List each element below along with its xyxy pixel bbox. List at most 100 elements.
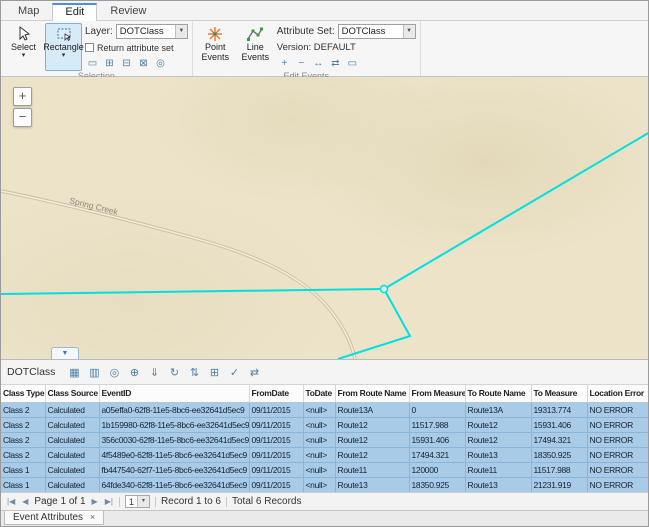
table-cell[interactable]: 11517.988 [531, 462, 587, 477]
close-icon[interactable]: × [90, 513, 95, 522]
attribute-set-select[interactable]: DOTClass ▼ [338, 24, 416, 39]
remove-event-icon[interactable]: − [294, 57, 309, 71]
route-event-line-west[interactable] [1, 289, 384, 294]
table-cell[interactable]: <null> [303, 477, 335, 492]
column-header-todate[interactable]: ToDate [303, 385, 335, 402]
table-cell[interactable]: 18350.925 [531, 447, 587, 462]
table-cell[interactable]: <null> [303, 447, 335, 462]
table-cell[interactable]: Calculated [45, 417, 99, 432]
tab-map[interactable]: Map [5, 2, 52, 20]
show-selected-records-icon[interactable]: ▥ [85, 364, 103, 381]
table-cell[interactable]: 09/11/2015 [249, 417, 303, 432]
table-cell[interactable]: 19313.774 [531, 402, 587, 417]
last-page-button[interactable]: ▶| [104, 498, 114, 506]
table-row[interactable]: Class 1Calculated64fde340-62f8-11e5-8bc6… [1, 477, 648, 492]
add-to-selection-icon[interactable]: ⊞ [102, 57, 117, 71]
column-header-to-measure[interactable]: To Measure [531, 385, 587, 402]
zoom-to-selection-icon[interactable]: ◎ [153, 57, 168, 71]
table-cell[interactable]: Calculated [45, 402, 99, 417]
tab-edit[interactable]: Edit [52, 3, 97, 21]
sort-records-icon[interactable]: ⇅ [185, 364, 203, 381]
table-cell[interactable]: 17494.321 [531, 432, 587, 447]
table-cell[interactable]: <null> [303, 432, 335, 447]
merge-events-icon[interactable]: ⇄ [328, 57, 343, 71]
first-page-button[interactable]: |◀ [6, 498, 16, 506]
return-attribute-set-checkbox[interactable] [85, 43, 94, 52]
zoom-out-button[interactable]: − [13, 108, 32, 127]
table-cell[interactable]: <null> [303, 417, 335, 432]
line-events-button[interactable]: Line Events [237, 23, 274, 71]
page-select[interactable]: 1 ▾ [125, 495, 150, 508]
table-cell[interactable]: Route13A [335, 402, 409, 417]
refresh-records-icon[interactable]: ↻ [165, 364, 183, 381]
table-cell[interactable]: 11517.988 [409, 417, 465, 432]
table-cell[interactable]: 4f5489e0-62f8-11e5-8bc6-ee32641d5ec9 [99, 447, 249, 462]
column-layout-icon[interactable]: ⇄ [245, 364, 263, 381]
save-edits-icon[interactable]: ⇓ [145, 364, 163, 381]
tab-event-attributes[interactable]: Event Attributes × [4, 511, 104, 525]
table-cell[interactable]: 09/11/2015 [249, 402, 303, 417]
tab-review[interactable]: Review [97, 2, 159, 20]
table-cell[interactable]: 15931.406 [531, 417, 587, 432]
table-cell[interactable]: Calculated [45, 477, 99, 492]
redefine-event-icon[interactable]: ▭ [345, 57, 360, 71]
table-cell[interactable]: <null> [303, 462, 335, 477]
rectangle-select-button[interactable]: Rectangle ▾ [45, 23, 82, 71]
remove-from-selection-icon[interactable]: ⊟ [119, 57, 134, 71]
table-cell[interactable]: Route11 [465, 462, 531, 477]
table-cell[interactable]: Class 2 [1, 447, 45, 462]
table-cell[interactable]: Class 1 [1, 462, 45, 477]
column-header-from-measure[interactable]: From Measure [409, 385, 465, 402]
map-canvas[interactable]: Spring Creek + − ▼ [1, 77, 648, 359]
table-cell[interactable]: Route11 [335, 462, 409, 477]
field-options-icon[interactable]: ⊞ [205, 364, 223, 381]
table-cell[interactable]: NO ERROR [587, 462, 648, 477]
route-junction-vertex[interactable] [381, 286, 388, 293]
table-cell[interactable]: 09/11/2015 [249, 462, 303, 477]
table-cell[interactable]: NO ERROR [587, 447, 648, 462]
split-event-icon[interactable]: ↔ [311, 57, 326, 71]
panel-collapse-toggle[interactable]: ▼ [51, 347, 79, 359]
table-row[interactable]: Class 2Calculated356c0030-62f8-11e5-8bc6… [1, 432, 648, 447]
table-cell[interactable]: Route13 [465, 447, 531, 462]
next-page-button[interactable]: ▶ [91, 498, 99, 506]
table-cell[interactable]: fb447540-62f7-11e5-8bc6-ee32641d5ec9 [99, 462, 249, 477]
column-header-from-route-name[interactable]: From Route Name [335, 385, 409, 402]
point-events-button[interactable]: Point Events [197, 23, 234, 71]
table-cell[interactable]: Route12 [335, 432, 409, 447]
table-cell[interactable]: Route12 [335, 417, 409, 432]
table-cell[interactable]: Class 2 [1, 402, 45, 417]
clear-selection-icon[interactable]: ⊠ [136, 57, 151, 71]
previous-page-button[interactable]: ◀ [21, 498, 29, 506]
show-all-records-icon[interactable]: ▦ [65, 364, 83, 381]
table-cell[interactable]: NO ERROR [587, 432, 648, 447]
table-cell[interactable]: 18350.925 [409, 477, 465, 492]
table-cell[interactable]: NO ERROR [587, 417, 648, 432]
column-header-fromdate[interactable]: FromDate [249, 385, 303, 402]
route-event-line-northeast[interactable] [384, 132, 648, 289]
column-header-location-error[interactable]: Location Error [587, 385, 648, 402]
table-cell[interactable]: 356c0030-62f8-11e5-8bc6-ee32641d5ec9 [99, 432, 249, 447]
pan-to-record-icon[interactable]: ⊕ [125, 364, 143, 381]
table-cell[interactable]: 15931.406 [409, 432, 465, 447]
table-cell[interactable]: <null> [303, 402, 335, 417]
route-event-line-south[interactable] [338, 289, 410, 359]
table-cell[interactable]: 09/11/2015 [249, 477, 303, 492]
table-cell[interactable]: a05effa0-62f8-11e5-8bc6-ee32641d5ec9 [99, 402, 249, 417]
column-header-class-source[interactable]: Class Source [45, 385, 99, 402]
select-by-rectangle-icon[interactable]: ▭ [85, 57, 100, 71]
table-cell[interactable]: 0 [409, 402, 465, 417]
add-event-icon[interactable]: + [277, 57, 292, 71]
table-cell[interactable]: Route12 [465, 417, 531, 432]
table-cell[interactable]: 64fde340-62f8-11e5-8bc6-ee32641d5ec9 [99, 477, 249, 492]
table-row[interactable]: Class 2Calculateda05effa0-62f8-11e5-8bc6… [1, 402, 648, 417]
table-cell[interactable]: Class 2 [1, 432, 45, 447]
table-cell[interactable]: Route12 [465, 432, 531, 447]
column-header-class-type[interactable]: Class Type [1, 385, 45, 402]
table-cell[interactable]: 21231.919 [531, 477, 587, 492]
table-row[interactable]: Class 1Calculatedfb447540-62f7-11e5-8bc6… [1, 462, 648, 477]
column-header-eventid[interactable]: EventID [99, 385, 249, 402]
table-cell[interactable]: NO ERROR [587, 402, 648, 417]
table-row[interactable]: Class 2Calculated4f5489e0-62f8-11e5-8bc6… [1, 447, 648, 462]
table-cell[interactable]: Route13A [465, 402, 531, 417]
